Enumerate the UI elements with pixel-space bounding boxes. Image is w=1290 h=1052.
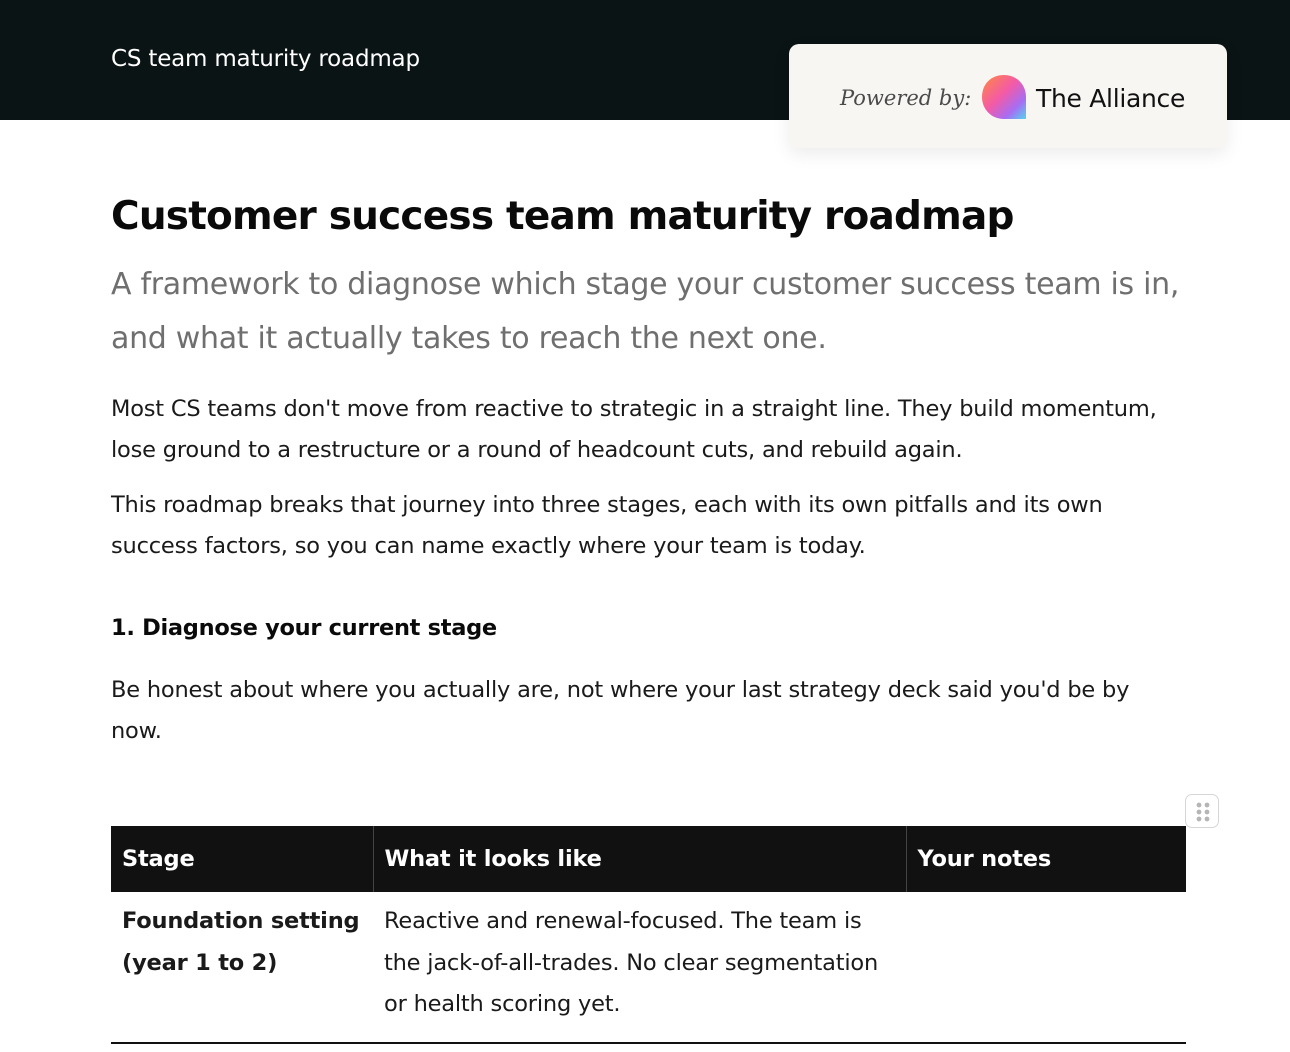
page-subtitle: A framework to diagnose which stage your… xyxy=(111,267,1180,356)
notes-cell[interactable] xyxy=(906,892,1186,1044)
column-header-your-notes: Your notes xyxy=(906,826,1186,892)
alliance-brand-name: The Alliance xyxy=(1036,84,1186,113)
stage-cell: Foundation setting (year 1 to 2) xyxy=(111,892,373,1044)
powered-by-label: Powered by: xyxy=(840,86,972,110)
header-title: CS team maturity roadmap xyxy=(111,46,420,72)
section-heading: 1. Diagnose your current stage xyxy=(111,615,497,641)
drag-grip-icon xyxy=(1196,802,1210,822)
powered-by-card[interactable]: Powered by: The Alliance xyxy=(789,44,1227,148)
looks-like-cell: Reactive and renewal-focused. The team i… xyxy=(373,892,906,1044)
table-row: Foundation setting (year 1 to 2) Reactiv… xyxy=(111,892,1186,1044)
alliance-logo-icon xyxy=(982,75,1026,119)
page-title: Customer success team maturity roadmap xyxy=(111,194,1014,239)
intro-paragraph-1: Most CS teams don't move from reactive t… xyxy=(111,396,1157,463)
table-header-row: Stage What it looks like Your notes xyxy=(111,826,1186,892)
intro-paragraph-2: This roadmap breaks that journey into th… xyxy=(111,492,1103,559)
table-drag-handle[interactable] xyxy=(1185,794,1219,828)
section-intro: Be honest about where you actually are, … xyxy=(111,677,1130,744)
column-header-stage: Stage xyxy=(111,826,374,892)
stage-table: Stage What it looks like Your notes Foun… xyxy=(111,826,1186,1044)
column-header-what-it-looks-like: What it looks like xyxy=(373,826,907,892)
